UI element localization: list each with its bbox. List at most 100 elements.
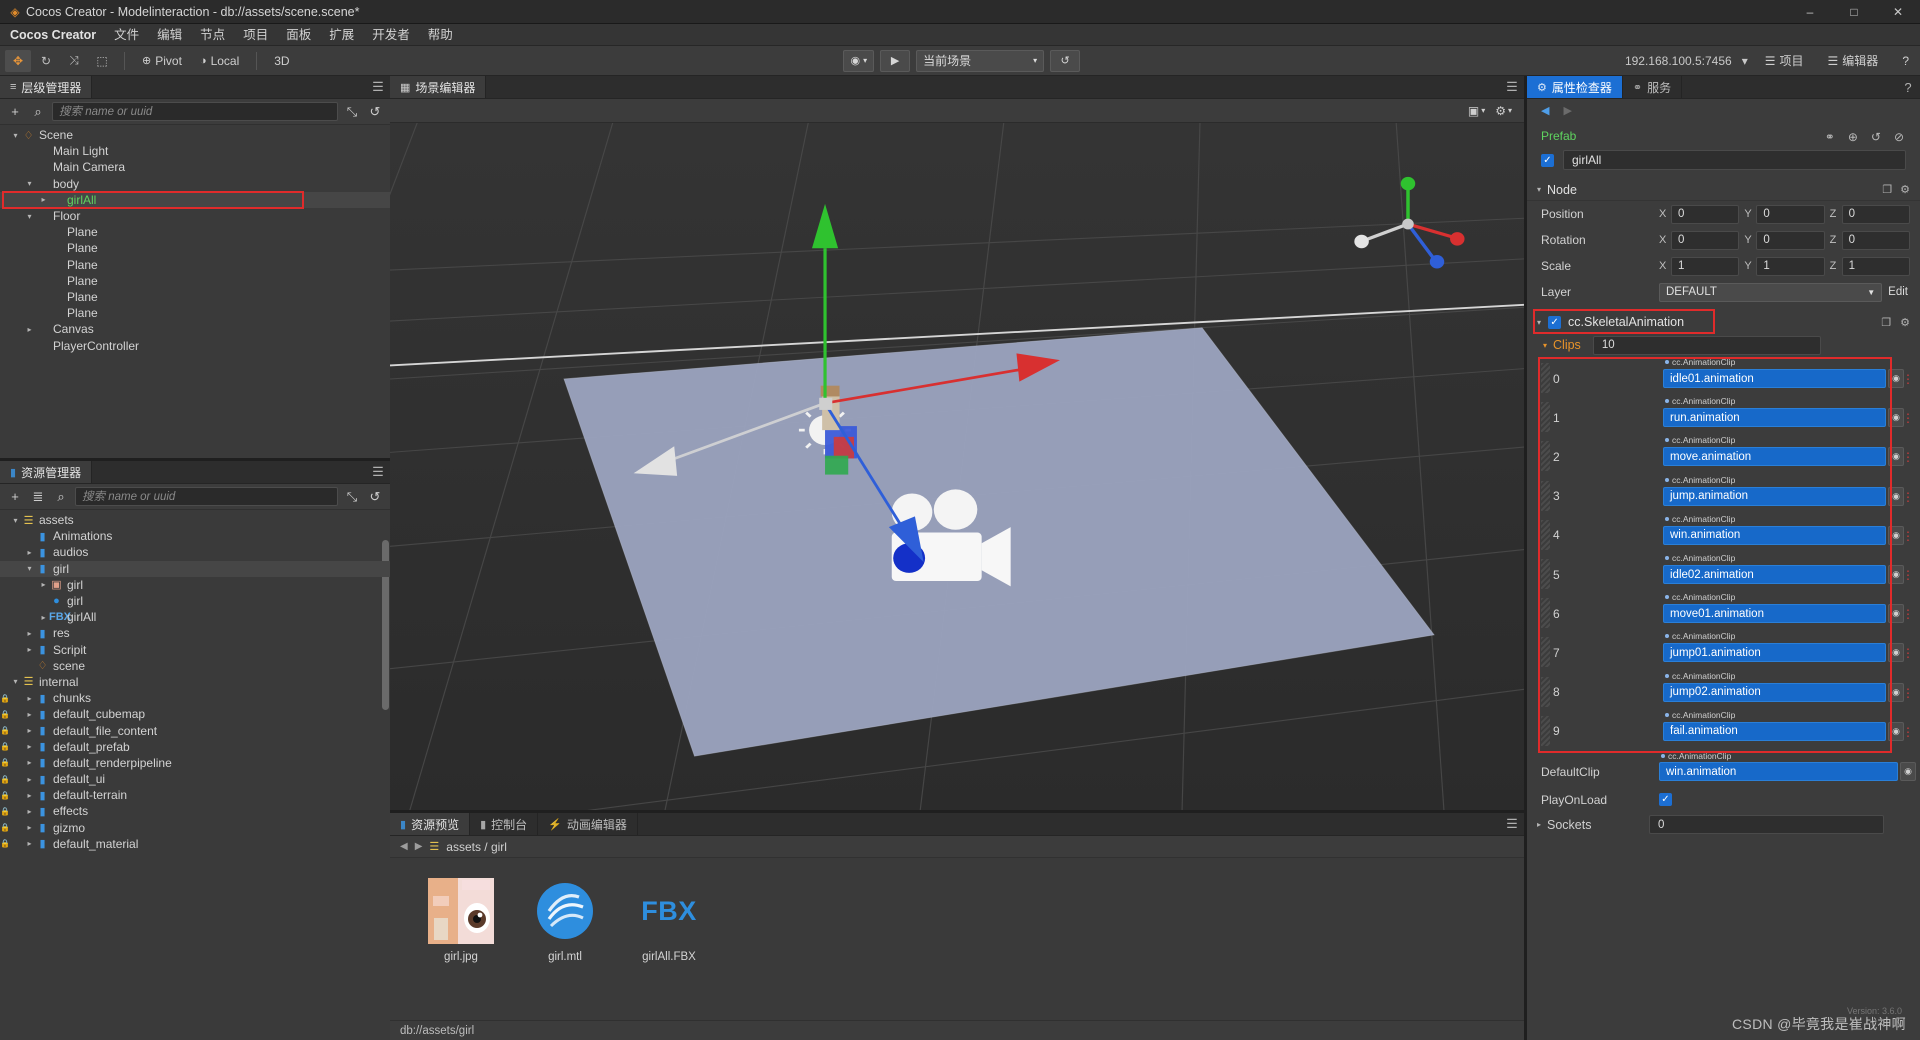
bottom-menu-icon[interactable]: ☰ (1500, 813, 1524, 835)
tab-scene-editor[interactable]: ▦ 场景编辑器 (390, 76, 487, 98)
sync-icon[interactable]: ↺ (366, 489, 384, 505)
hierarchy-node-item[interactable]: Plane (0, 257, 390, 273)
play-on-load-checkbox[interactable]: ✓ (1659, 793, 1672, 807)
clip-remove-icon[interactable]: ⋮ (1902, 646, 1914, 660)
rect-tool-icon[interactable]: ⬚ (89, 50, 115, 72)
clip-value-field[interactable]: jump01.animation (1663, 643, 1886, 663)
tab-services[interactable]: ⚭ 服务 (1622, 76, 1683, 98)
clip-drag-handle[interactable] (1541, 558, 1550, 589)
asset-node-item[interactable]: 🔒 ▸ ▮ default_prefab (0, 739, 390, 755)
scene-settings-button[interactable]: ⚙ ▾ (1495, 104, 1512, 118)
asset-node-item[interactable]: 🔒 ▸ ▮ default_material (0, 836, 390, 852)
clip-remove-icon[interactable]: ⋮ (1902, 725, 1914, 739)
scale-y-input[interactable]: 1 (1756, 256, 1825, 276)
node-section-header[interactable]: ▾ Node ❐ ⚙ (1527, 179, 1920, 201)
clip-row[interactable]: 1 cc.AnimationClip run.animation ◉ ⋮ (1539, 396, 1914, 437)
hierarchy-node-item[interactable]: Plane (0, 273, 390, 289)
chevron-down-icon[interactable]: ▾ (24, 564, 35, 573)
chevron-down-icon[interactable]: ▾ (10, 516, 21, 525)
tab-inspector[interactable]: ⚙ 属性检查器 (1527, 76, 1623, 98)
chevron-right-icon[interactable]: ▸ (38, 195, 49, 204)
rotate-tool-icon[interactable]: ↻ (33, 50, 59, 72)
clip-row[interactable]: 2 cc.AnimationClip move.animation ◉ ⋮ (1539, 435, 1914, 476)
asset-node-item[interactable]: ▸ FBX girlAll (0, 609, 390, 625)
layer-select[interactable]: DEFAULT ▼ (1659, 282, 1883, 302)
add-node-button[interactable]: + (6, 104, 24, 119)
asset-node-item[interactable]: 🔒 ▸ ▮ default_cubemap (0, 706, 390, 722)
menu-item-help[interactable]: 帮助 (419, 24, 462, 46)
menu-item-node[interactable]: 节点 (191, 24, 234, 46)
menu-item-file[interactable]: 文件 (105, 24, 148, 46)
position-z-input[interactable]: 0 (1841, 204, 1910, 224)
hierarchy-node-item[interactable]: Main Light (0, 143, 390, 159)
clip-row[interactable]: 4 cc.AnimationClip win.animation ◉ ⋮ (1539, 514, 1914, 555)
node-name-field[interactable]: girlAll (1563, 150, 1906, 170)
rotation-z-input[interactable]: 0 (1841, 230, 1910, 250)
hierarchy-node-item[interactable]: ▾ ♢ Scene (0, 127, 390, 143)
chevron-right-icon[interactable]: ▸ (24, 758, 35, 767)
asset-node-item[interactable]: ▮ Animations (0, 528, 390, 544)
inspector-forward-icon[interactable]: ▶ (1563, 104, 1571, 117)
chevron-right-icon[interactable]: ▸ (24, 823, 35, 832)
asset-node-item[interactable]: ▸ ▮ audios (0, 544, 390, 560)
dimension-toggle[interactable]: 3D (265, 50, 298, 72)
clip-row[interactable]: 5 cc.AnimationClip idle02.animation ◉ ⋮ (1539, 553, 1914, 594)
clip-remove-icon[interactable]: ⋮ (1902, 411, 1914, 425)
chevron-down-icon[interactable]: ▾ (10, 677, 21, 686)
asset-node-item[interactable]: 🔒 ▸ ▮ default_renderpipeline (0, 755, 390, 771)
chevron-right-icon[interactable]: ▸ (24, 548, 35, 557)
chevron-down-icon[interactable]: ▾ (1537, 185, 1541, 194)
node-enabled-checkbox[interactable]: ✓ (1541, 153, 1554, 167)
clip-value-field[interactable]: run.animation (1663, 408, 1886, 428)
hierarchy-node-item[interactable]: Main Camera (0, 159, 390, 175)
clip-value-field[interactable]: win.animation (1663, 525, 1886, 545)
clip-drag-handle[interactable] (1541, 598, 1550, 629)
sort-icon[interactable]: ≣ (29, 489, 47, 505)
clip-drag-handle[interactable] (1541, 637, 1550, 668)
prefab-link-icon[interactable]: ⚭ (1825, 130, 1835, 144)
clip-remove-icon[interactable]: ⋮ (1902, 372, 1914, 386)
clip-drag-handle[interactable] (1541, 402, 1550, 433)
scene-menu-icon[interactable]: ☰ (1500, 76, 1524, 98)
chevron-right-icon[interactable]: ▸ (38, 613, 49, 622)
clip-drag-handle[interactable] (1541, 519, 1550, 550)
component-enabled-checkbox[interactable]: ✓ (1548, 315, 1562, 329)
hierarchy-node-item[interactable]: PlayerController (0, 337, 390, 353)
position-x-input[interactable]: 0 (1671, 204, 1740, 224)
inspector-back-icon[interactable]: ◀ (1541, 104, 1549, 117)
tab-asset-preview[interactable]: ▮ 资源预览 (390, 813, 471, 835)
hierarchy-node-item[interactable]: ▸ Canvas (0, 321, 390, 337)
asset-node-item[interactable]: ▾ ☰ internal (0, 674, 390, 690)
help-button[interactable]: ? (1895, 52, 1916, 70)
skeletal-animation-header[interactable]: ▾ ✓ cc.SkeletalAnimation ❐ ⚙ (1527, 311, 1920, 333)
chevron-down-icon[interactable]: ▾ (10, 131, 21, 140)
prefab-locate-icon[interactable]: ⊕ (1848, 130, 1858, 144)
hierarchy-search-input[interactable] (52, 102, 338, 121)
chevron-right-icon[interactable]: ▸ (24, 839, 35, 848)
chevron-right-icon[interactable]: ▸ (24, 710, 35, 719)
menu-item-panel[interactable]: 面板 (277, 24, 320, 46)
chevron-down-icon[interactable]: ▾ (1537, 318, 1541, 327)
asset-node-item[interactable]: ▸ ▮ res (0, 625, 390, 641)
assets-search-input[interactable] (75, 487, 338, 506)
tab-console[interactable]: ▮ 控制台 (470, 813, 539, 835)
menu-item-extension[interactable]: 扩展 (320, 24, 363, 46)
prefab-revert-icon[interactable]: ↺ (1871, 130, 1881, 144)
asset-node-item[interactable]: ▸ ▮ Scripit (0, 642, 390, 658)
breadcrumb-path[interactable]: assets / girl (446, 840, 507, 854)
chevron-right-icon[interactable]: ▸ (24, 807, 35, 816)
scene-camera-button[interactable]: ▣ ▾ (1468, 104, 1485, 118)
clip-row[interactable]: 6 cc.AnimationClip move01.animation ◉ ⋮ (1539, 592, 1914, 633)
menu-item-developer[interactable]: 开发者 (363, 24, 419, 46)
clip-drag-handle[interactable] (1541, 441, 1550, 472)
pivot-toggle[interactable]: ⊕ Pivot (133, 50, 191, 72)
default-clip-field[interactable]: win.animation (1659, 762, 1898, 782)
rotation-y-input[interactable]: 0 (1756, 230, 1825, 250)
chevron-right-icon[interactable]: ▸ (24, 791, 35, 800)
maximize-button[interactable]: □ (1832, 0, 1876, 24)
expand-all-icon[interactable]: ⤡ (343, 104, 361, 120)
scale-x-input[interactable]: 1 (1671, 256, 1740, 276)
asset-node-item[interactable]: ♢ scene (0, 658, 390, 674)
clip-value-field[interactable]: move01.animation (1663, 604, 1886, 624)
clip-drag-handle[interactable] (1541, 480, 1550, 511)
